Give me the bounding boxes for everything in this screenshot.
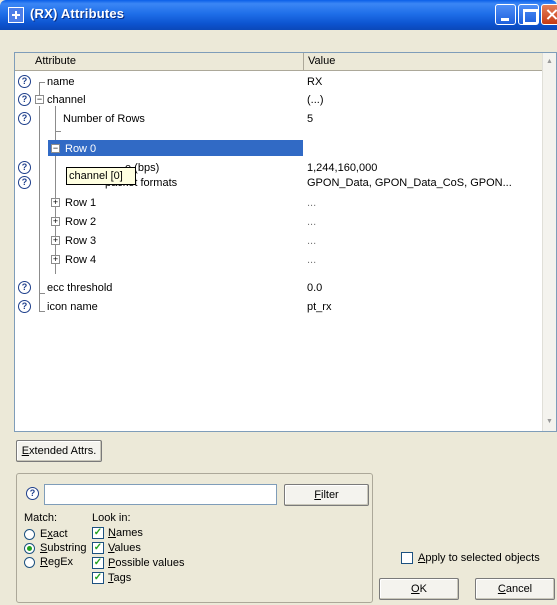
column-header-value[interactable]: Value <box>304 53 543 71</box>
search-help-icon[interactable]: ? <box>26 487 39 500</box>
cancel-button[interactable]: Cancel <box>475 578 555 600</box>
attribute-label: Number of Rows <box>63 113 145 125</box>
attribute-label: name <box>47 76 75 88</box>
ok-button[interactable]: OK <box>379 578 459 600</box>
apply-to-selected-label[interactable]: Apply to selected objects <box>418 552 540 565</box>
attribute-label: icon name <box>47 301 98 313</box>
help-icon[interactable]: ? <box>18 176 31 189</box>
match-exact-radio[interactable] <box>24 529 35 540</box>
help-icon[interactable]: ? <box>18 75 31 88</box>
look-in-values-label[interactable]: Values <box>108 542 141 555</box>
attribute-row-channel[interactable]: ? − channel (...) <box>15 91 543 109</box>
attribute-value[interactable]: ... <box>307 214 316 230</box>
look-in-possible-values-checkbox[interactable]: ✓ <box>92 557 104 569</box>
help-icon[interactable]: ? <box>18 161 31 174</box>
title-bar[interactable]: (RX) Attributes <box>0 0 557 30</box>
extended-attrs-button[interactable]: Extended Attrs. <box>16 440 102 462</box>
attribute-value[interactable]: ... <box>307 195 316 211</box>
app-icon <box>8 7 24 23</box>
attribute-value[interactable]: (...) <box>307 92 324 108</box>
look-in-names-checkbox[interactable]: ✓ <box>92 527 104 539</box>
collapse-icon[interactable]: − <box>35 95 44 104</box>
scroll-up-arrow-icon[interactable]: ▲ <box>546 58 554 65</box>
attribute-row-row-2[interactable]: + Row 2 ... <box>15 213 543 231</box>
attribute-row-ecc-threshold[interactable]: ? ecc threshold 0.0 <box>15 279 543 297</box>
attribute-row-row-3[interactable]: + Row 3 ... <box>15 232 543 250</box>
match-regex-radio[interactable] <box>24 557 35 568</box>
expand-icon[interactable]: + <box>51 217 60 226</box>
attribute-grid[interactable]: Attribute Value ? name RX ? − channel (.… <box>14 52 557 432</box>
window-title: (RX) Attributes <box>30 6 125 21</box>
attribute-value[interactable]: 5 <box>307 111 313 127</box>
expand-icon[interactable]: + <box>51 236 60 245</box>
tooltip: channel [0] <box>66 167 136 185</box>
filter-search-input[interactable] <box>44 484 277 505</box>
filter-button[interactable]: Filter <box>284 484 369 506</box>
attribute-label: channel <box>47 94 86 106</box>
scroll-down-arrow-icon[interactable]: ▼ <box>546 418 554 425</box>
vertical-scrollbar[interactable]: ▲ ▼ <box>542 53 556 431</box>
attribute-label: Row 1 <box>65 197 97 209</box>
look-in-values-checkbox[interactable]: ✓ <box>92 542 104 554</box>
apply-to-selected-checkbox[interactable] <box>401 552 413 564</box>
minimize-button[interactable] <box>495 4 516 25</box>
tree-line <box>55 131 61 132</box>
maximize-button[interactable] <box>518 4 539 25</box>
column-header-attribute[interactable]: Attribute <box>15 53 304 71</box>
attribute-value[interactable]: ... <box>307 252 316 268</box>
attribute-label: Row 0 <box>65 143 97 155</box>
grid-header: Attribute Value <box>15 53 543 71</box>
look-in-label: Look in: <box>92 512 131 524</box>
attribute-value[interactable]: pt_rx <box>307 299 331 315</box>
collapse-icon[interactable]: − <box>51 144 60 153</box>
attribute-row-icon-name[interactable]: ? icon name pt_rx <box>15 298 543 316</box>
attribute-value[interactable]: 0.0 <box>307 280 322 296</box>
attribute-value[interactable]: GPON_Data, GPON_Data_CoS, GPON... <box>307 175 512 191</box>
look-in-names-label[interactable]: Names <box>108 527 143 540</box>
attribute-label: Row 2 <box>65 216 97 228</box>
look-in-tags-checkbox[interactable]: ✓ <box>92 572 104 584</box>
attribute-value[interactable]: ... <box>307 233 316 249</box>
attribute-label: ecc threshold <box>47 282 113 294</box>
match-regex-label[interactable]: RegEx <box>40 556 73 569</box>
expand-icon[interactable]: + <box>51 198 60 207</box>
attribute-row-number-of-rows[interactable]: ? Number of Rows 5 <box>15 110 543 128</box>
help-icon[interactable]: ? <box>18 281 31 294</box>
look-in-possible-values-label[interactable]: Possible values <box>108 557 184 570</box>
help-icon[interactable]: ? <box>18 93 31 106</box>
expand-icon[interactable]: + <box>51 255 60 264</box>
match-substring-radio[interactable] <box>24 543 35 554</box>
attribute-value[interactable]: RX <box>307 74 322 90</box>
match-label: Match: <box>24 512 58 524</box>
close-button[interactable] <box>541 4 557 25</box>
attribute-row-row-0[interactable]: − Row 0 <box>15 140 543 158</box>
help-icon[interactable]: ? <box>18 300 31 313</box>
attribute-label: Row 3 <box>65 235 97 247</box>
look-in-tags-label[interactable]: Tags <box>108 572 131 585</box>
match-substring-label[interactable]: Substring <box>40 542 86 555</box>
help-icon[interactable]: ? <box>18 112 31 125</box>
attribute-row-row-4[interactable]: + Row 4 ... <box>15 251 543 269</box>
attribute-label: Row 4 <box>65 254 97 266</box>
attribute-row-row-1[interactable]: + Row 1 ... <box>15 194 543 212</box>
attribute-row-name[interactable]: ? name RX <box>15 73 543 91</box>
match-exact-label[interactable]: Exact <box>40 528 68 541</box>
